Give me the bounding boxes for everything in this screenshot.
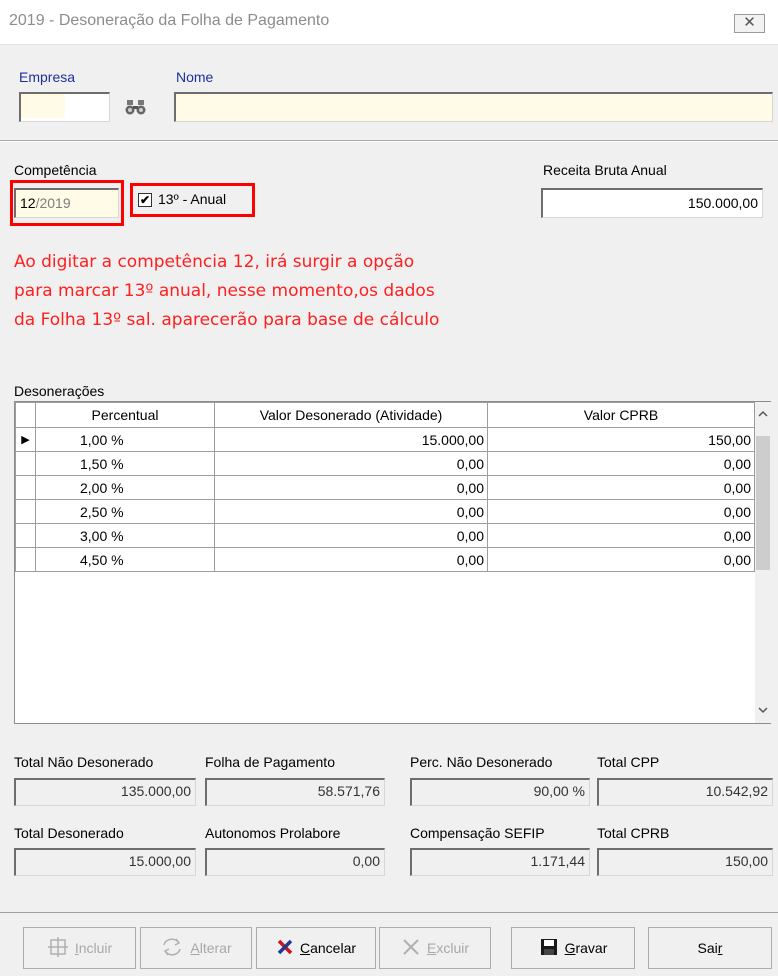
cell-valor-desonerado[interactable]: 15.000,00 xyxy=(214,427,488,452)
folha-pagamento-label: Folha de Pagamento xyxy=(205,754,335,770)
cell-valor-desonerado[interactable]: 0,00 xyxy=(214,475,488,500)
excluir-label: Excluir xyxy=(426,940,469,956)
title-bar: 2019 - Desoneração da Folha de Pagamento… xyxy=(0,0,778,45)
total-cprb-label: Total CPRB xyxy=(597,825,670,841)
cell-percentual[interactable]: 3,00 % xyxy=(35,523,215,548)
note-line-3: da Folha 13º sal. aparecerão para base d… xyxy=(14,310,440,330)
cancel-x-icon xyxy=(276,938,294,959)
row-indicator xyxy=(15,499,36,524)
cell-valor-cprb[interactable]: 0,00 xyxy=(487,523,755,548)
close-button[interactable]: ✕ xyxy=(734,14,765,33)
cell-valor-desonerado[interactable]: 0,00 xyxy=(214,523,488,548)
grid-scrollbar[interactable] xyxy=(755,402,771,723)
excluir-icon xyxy=(401,937,421,960)
instruction-note: Ao digitar a competência 12, irá surgir … xyxy=(14,248,439,335)
nome-field[interactable] xyxy=(174,92,773,122)
cell-valor-desonerado[interactable]: 0,00 xyxy=(214,451,488,476)
section-divider-highlight xyxy=(0,141,778,142)
row-indicator-header xyxy=(15,402,36,428)
cell-valor-cprb[interactable]: 0,00 xyxy=(487,547,755,572)
competencia-month: 12 xyxy=(20,195,36,211)
anual-checkbox[interactable]: ✔ xyxy=(138,193,152,207)
desoneracoes-table: Percentual Valor Desonerado (Atividade) … xyxy=(15,402,755,572)
gravar-label: Gravar xyxy=(564,940,608,956)
cell-valor-desonerado[interactable]: 0,00 xyxy=(214,547,488,572)
perc-nao-desonerado-label: Perc. Não Desonerado xyxy=(410,754,553,770)
cancelar-button[interactable]: Cancelar xyxy=(256,927,376,969)
note-line-2: para marcar 13º anual, nesse momento,os … xyxy=(14,281,435,301)
competencia-year: /2019 xyxy=(35,195,71,211)
scroll-down-icon[interactable] xyxy=(755,700,771,720)
row-indicator xyxy=(15,547,36,572)
cell-valor-cprb[interactable]: 0,00 xyxy=(487,499,755,524)
empresa-label: Empresa xyxy=(19,69,76,85)
cell-percentual[interactable]: 1,50 % xyxy=(35,451,215,476)
incluir-button[interactable]: Incluir xyxy=(23,927,136,969)
alterar-button[interactable]: Alterar xyxy=(140,927,252,969)
total-nao-desonerado-field: 135.000,00 xyxy=(14,778,196,806)
column-header-percentual[interactable]: Percentual xyxy=(35,402,215,428)
sair-button[interactable]: Sair xyxy=(648,927,772,969)
compensacao-sefip-label: Compensação SEFIP xyxy=(410,825,545,841)
receita-field[interactable]: 150.000,00 xyxy=(541,188,763,218)
competencia-field[interactable]: 12/2019 xyxy=(14,188,119,218)
table-row[interactable]: 2,50 % 0,00 0,00 xyxy=(15,499,755,524)
cell-percentual[interactable]: 2,50 % xyxy=(35,499,215,524)
cell-percentual[interactable]: 2,00 % xyxy=(35,475,215,500)
table-row[interactable]: ▶ 1,00 % 15.000,00 150,00 xyxy=(15,427,755,452)
folha-pagamento-field: 58.571,76 xyxy=(205,778,385,806)
table-header-row: Percentual Valor Desonerado (Atividade) … xyxy=(15,402,755,428)
excluir-button[interactable]: Excluir xyxy=(379,927,491,969)
cell-valor-desonerado[interactable]: 0,00 xyxy=(214,499,488,524)
column-header-valor-desonerado[interactable]: Valor Desonerado (Atividade) xyxy=(214,402,488,428)
autonomos-prolabore-field: 0,00 xyxy=(205,848,385,876)
desoneracoes-label: Desonerações xyxy=(14,383,105,399)
cell-valor-cprb[interactable]: 150,00 xyxy=(487,427,755,452)
total-desonerado-label: Total Desonerado xyxy=(14,825,124,841)
save-disk-icon xyxy=(539,937,559,960)
sair-label: Sair xyxy=(697,940,723,956)
cell-percentual[interactable]: 1,00 % xyxy=(35,427,215,452)
alterar-icon xyxy=(160,936,184,961)
compensacao-sefip-field: 1.171,44 xyxy=(410,848,590,876)
cell-valor-cprb[interactable]: 0,00 xyxy=(487,451,755,476)
total-cpp-field: 10.542,92 xyxy=(597,778,773,806)
gravar-button[interactable]: Gravar xyxy=(511,927,635,969)
note-line-1: Ao digitar a competência 12, irá surgir … xyxy=(14,252,415,272)
current-row-icon: ▶ xyxy=(15,427,36,452)
perc-nao-desonerado-field: 90,00 % xyxy=(410,778,590,806)
alterar-label: Alterar xyxy=(190,940,232,956)
empresa-value xyxy=(21,94,65,118)
autonomos-prolabore-label: Autonomos Prolabore xyxy=(205,825,341,841)
button-bar-divider xyxy=(0,912,778,913)
empresa-field[interactable] xyxy=(19,92,110,122)
scroll-up-icon[interactable] xyxy=(755,404,771,424)
row-indicator xyxy=(15,451,36,476)
cancelar-label: Cancelar xyxy=(299,940,357,956)
binoculars-icon[interactable] xyxy=(124,96,148,118)
column-header-valor-cprb[interactable]: Valor CPRB xyxy=(487,402,755,428)
window-title: 2019 - Desoneração da Folha de Pagamento xyxy=(9,12,330,29)
nome-label: Nome xyxy=(176,69,214,85)
table-row[interactable]: 3,00 % 0,00 0,00 xyxy=(15,523,755,548)
total-cpp-label: Total CPP xyxy=(597,754,660,770)
incluir-icon xyxy=(47,936,69,961)
desoneracoes-grid[interactable]: Percentual Valor Desonerado (Atividade) … xyxy=(14,401,771,724)
total-desonerado-field: 15.000,00 xyxy=(14,848,196,876)
anual-label[interactable]: 13º - Anual xyxy=(158,191,226,207)
table-row[interactable]: 2,00 % 0,00 0,00 xyxy=(15,475,755,500)
table-row[interactable]: 1,50 % 0,00 0,00 xyxy=(15,451,755,476)
total-cprb-field: 150,00 xyxy=(597,848,773,876)
scroll-thumb[interactable] xyxy=(756,436,770,570)
competencia-label: Competência xyxy=(14,162,97,178)
cell-percentual[interactable]: 4,50 % xyxy=(35,547,215,572)
row-indicator xyxy=(15,523,36,548)
incluir-label: Incluir xyxy=(74,940,113,956)
receita-label: Receita Bruta Anual xyxy=(543,162,667,178)
table-row[interactable]: 4,50 % 0,00 0,00 xyxy=(15,547,755,572)
total-nao-desonerado-label: Total Não Desonerado xyxy=(14,754,154,770)
row-indicator xyxy=(15,475,36,500)
cell-valor-cprb[interactable]: 0,00 xyxy=(487,475,755,500)
